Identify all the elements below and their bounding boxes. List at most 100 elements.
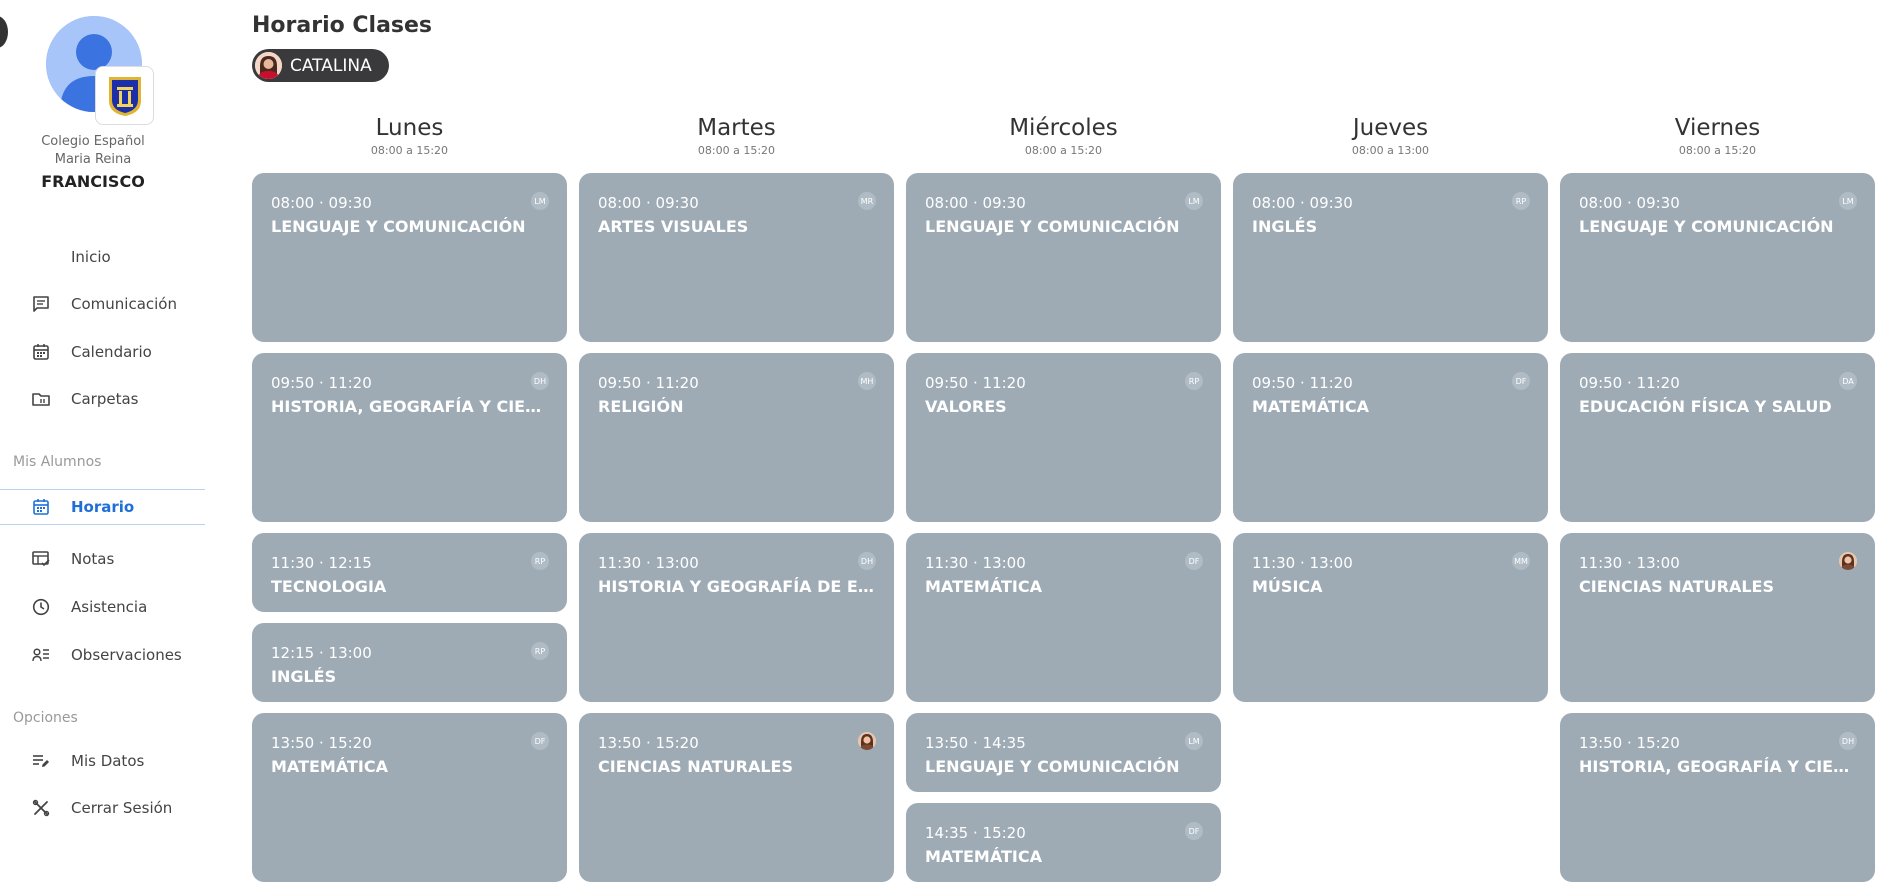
teacher-initials-badge: RP	[1512, 192, 1530, 210]
class-card[interactable]: 14:35 · 15:20 MATEMÁTICA DF	[906, 803, 1221, 882]
nav-item-label: Cerrar Sesión	[71, 799, 173, 817]
day-header: Viernes 08:00 a 15:20	[1560, 114, 1875, 157]
nav-item-observaciones[interactable]: Observaciones	[0, 638, 205, 672]
class-card[interactable]: 12:15 · 13:00 INGLÉS RP	[252, 623, 567, 702]
nav-item-cerrar-sesion[interactable]: Cerrar Sesión	[0, 791, 205, 825]
nav-item-label: Observaciones	[71, 646, 182, 664]
nav-item-label: Asistencia	[71, 598, 148, 616]
class-card[interactable]: 08:00 · 09:30 LENGUAJE Y COMUNICACIÓN LM	[906, 173, 1221, 342]
class-time: 13:50 · 15:20	[1579, 734, 1680, 752]
class-time: 09:50 · 11:20	[925, 374, 1026, 392]
nav-item-mis-datos[interactable]: Mis Datos	[0, 744, 205, 778]
teacher-initials-badge: LM	[1839, 192, 1857, 210]
class-card[interactable]: 09:50 · 11:20 VALORES RP	[906, 353, 1221, 522]
school-name-line2: Maria Reina	[54, 152, 132, 167]
class-subject: LENGUAJE Y COMUNICACIÓN	[925, 217, 1180, 236]
student-selector-chip[interactable]: CATALINA	[252, 49, 389, 82]
class-time: 08:00 · 09:30	[598, 194, 699, 212]
class-time: 09:50 · 11:20	[598, 374, 699, 392]
nav-item-notas[interactable]: Notas	[0, 542, 205, 576]
class-card[interactable]: 09:50 · 11:20 HISTORIA, GEOGRAFÍA Y CIENC…	[252, 353, 567, 522]
teacher-initials-badge: DF	[531, 732, 549, 750]
school-name-line1: Colegio Español	[41, 134, 145, 149]
class-subject: EDUCACIÓN FÍSICA Y SALUD	[1579, 397, 1832, 416]
class-time: 13:50 · 15:20	[271, 734, 372, 752]
nav-item-label: Notas	[71, 550, 115, 568]
observations-icon	[32, 646, 50, 664]
nav-item-asistencia[interactable]: Asistencia	[0, 590, 205, 624]
teacher-initials-badge: MR	[858, 192, 876, 210]
day-header: Martes 08:00 a 15:20	[579, 114, 894, 157]
class-card[interactable]: 11:30 · 13:00 HISTORIA Y GEOGRAFÍA DE ESP…	[579, 533, 894, 702]
day-column-jueves: Jueves 08:00 a 13:00	[1233, 114, 1548, 157]
day-name: Miércoles	[1009, 115, 1118, 141]
sidebar: Colegio Español Maria Reina FRANCISCO In…	[0, 0, 205, 883]
class-card[interactable]: 08:00 · 09:30 ARTES VISUALES MR	[579, 173, 894, 342]
class-time: 13:50 · 15:20	[598, 734, 699, 752]
teacher-initials-badge: LM	[531, 192, 549, 210]
class-time: 11:30 · 13:00	[598, 554, 699, 572]
teacher-photo-icon	[1839, 552, 1857, 570]
class-time: 08:00 · 09:30	[1579, 194, 1680, 212]
section-title-mis-alumnos: Mis Alumnos	[13, 454, 102, 470]
class-time: 09:50 · 11:20	[271, 374, 372, 392]
nav-item-calendario[interactable]: Calendario	[0, 335, 205, 369]
class-card[interactable]: 08:00 · 09:30 INGLÉS RP	[1233, 173, 1548, 342]
class-subject: HISTORIA Y GEOGRAFÍA DE ESPAÑA	[598, 577, 880, 596]
teacher-initials-badge: DF	[1512, 372, 1530, 390]
class-subject: VALORES	[925, 397, 1007, 416]
class-time: 11:30 · 13:00	[925, 554, 1026, 572]
class-subject: MATEMÁTICA	[925, 577, 1042, 596]
class-card[interactable]: 09:50 · 11:20 EDUCACIÓN FÍSICA Y SALUD DA	[1560, 353, 1875, 522]
nav-item-carpetas[interactable]: Carpetas	[0, 382, 205, 416]
sidebar-toggle-button[interactable]	[0, 16, 8, 48]
day-time-range: 08:00 a 13:00	[1351, 144, 1430, 157]
clock-icon	[32, 598, 50, 616]
teacher-initials-badge: LM	[1185, 732, 1203, 750]
class-card[interactable]: 08:00 · 09:30 LENGUAJE Y COMUNICACIÓN LM	[1560, 173, 1875, 342]
nav-item-label: Horario	[71, 498, 135, 516]
student-photo-icon	[255, 52, 282, 79]
class-time: 08:00 · 09:30	[925, 194, 1026, 212]
class-card[interactable]: 11:30 · 12:15 TECNOLOGIA RP	[252, 533, 567, 612]
class-card[interactable]: 13:50 · 15:20 CIENCIAS NATURALES	[579, 713, 894, 882]
day-time-range: 08:00 a 15:20	[370, 144, 449, 157]
class-card[interactable]: 13:50 · 15:20 HISTORIA, GEOGRAFÍA Y CIENC…	[1560, 713, 1875, 882]
class-time: 11:30 · 12:15	[271, 554, 372, 572]
nav-item-label: Calendario	[71, 343, 152, 361]
class-card[interactable]: 09:50 · 11:20 RELIGIÓN MH	[579, 353, 894, 522]
class-card[interactable]: 11:30 · 13:00 MÚSICA MM	[1233, 533, 1548, 702]
class-time: 11:30 · 13:00	[1579, 554, 1680, 572]
nav-item-comunicacion[interactable]: Comunicación	[0, 287, 205, 321]
teacher-initials-badge: RP	[1185, 372, 1203, 390]
student-avatar	[255, 52, 282, 79]
class-subject: MATEMÁTICA	[925, 847, 1042, 866]
teacher-initials-badge: DF	[1185, 552, 1203, 570]
nav-item-inicio[interactable]: Inicio	[0, 240, 205, 274]
day-column-martes: Martes 08:00 a 15:20	[579, 114, 894, 157]
nav-item-horario[interactable]: Horario	[0, 489, 205, 525]
class-card[interactable]: 11:30 · 13:00 CIENCIAS NATURALES	[1560, 533, 1875, 702]
school-name: Colegio Español Maria Reina	[0, 133, 186, 169]
day-header: Miércoles 08:00 a 15:20	[906, 114, 1221, 157]
class-time: 08:00 · 09:30	[1252, 194, 1353, 212]
class-time: 09:50 · 11:20	[1579, 374, 1680, 392]
class-subject: TECNOLOGIA	[271, 577, 387, 596]
day-name: Lunes	[375, 115, 444, 141]
class-time: 14:35 · 15:20	[925, 824, 1026, 842]
day-column-viernes: Viernes 08:00 a 15:20	[1560, 114, 1875, 157]
day-time-range: 08:00 a 15:20	[1678, 144, 1757, 157]
class-card[interactable]: 08:00 · 09:30 LENGUAJE Y COMUNICACIÓN LM	[252, 173, 567, 342]
class-card[interactable]: 11:30 · 13:00 MATEMÁTICA DF	[906, 533, 1221, 702]
class-subject: ARTES VISUALES	[598, 217, 749, 236]
day-header: Jueves 08:00 a 13:00	[1233, 114, 1548, 157]
class-time: 11:30 · 13:00	[1252, 554, 1353, 572]
teacher-initials-badge: DF	[1185, 822, 1203, 840]
class-card[interactable]: 13:50 · 14:35 LENGUAJE Y COMUNICACIÓN LM	[906, 713, 1221, 792]
grades-icon	[32, 550, 50, 568]
class-card[interactable]: 09:50 · 11:20 MATEMÁTICA DF	[1233, 353, 1548, 522]
class-card[interactable]: 13:50 · 15:20 MATEMÁTICA DF	[252, 713, 567, 882]
day-header: Lunes 08:00 a 15:20	[252, 114, 567, 157]
class-subject: CIENCIAS NATURALES	[598, 757, 793, 776]
day-time-range: 08:00 a 15:20	[697, 144, 776, 157]
